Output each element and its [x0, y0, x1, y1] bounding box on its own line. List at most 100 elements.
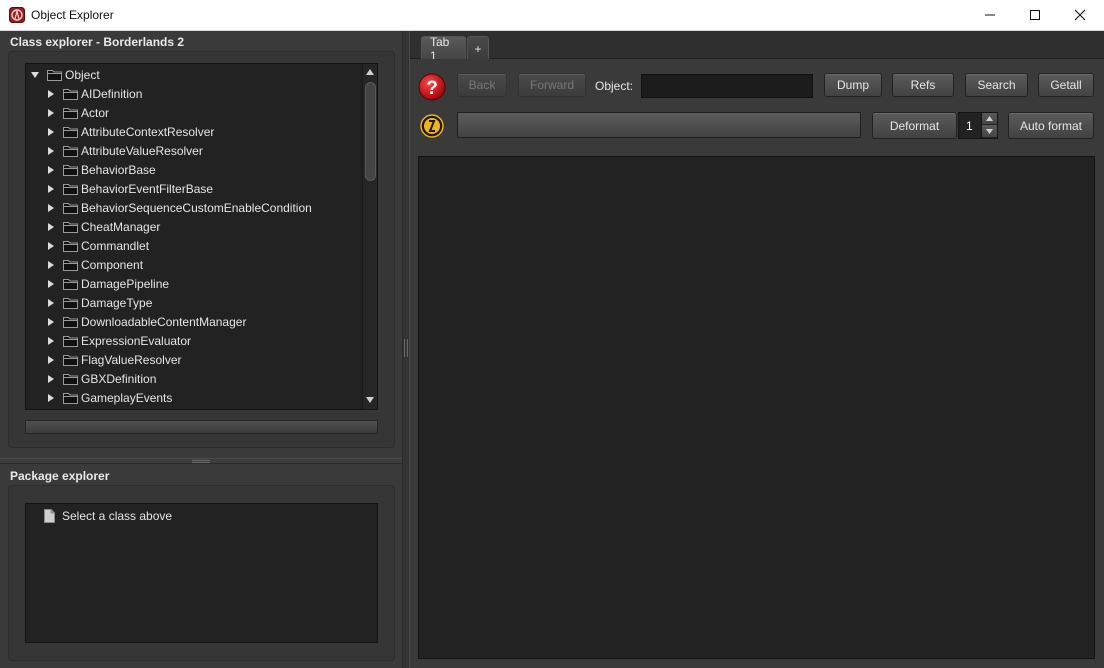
collapsed-arrow-icon[interactable] [46, 393, 56, 403]
collapsed-arrow-icon[interactable] [46, 203, 56, 213]
tree-item[interactable]: AttributeValueResolver [46, 141, 203, 160]
tab-1[interactable]: Tab 1 [421, 35, 466, 63]
deformat-button[interactable]: Deformat [872, 112, 957, 139]
tree-item[interactable]: DamageType [46, 293, 152, 312]
title-bar: Object Explorer [0, 0, 1104, 31]
collapsed-arrow-icon[interactable] [46, 89, 56, 99]
tree-item-label: Object [65, 67, 100, 82]
tree-item[interactable]: BehaviorSequenceCustomEnableCondition [46, 198, 312, 217]
indent-spinner[interactable]: 1 [958, 112, 998, 139]
arrow-down-icon [986, 128, 993, 134]
vertical-splitter[interactable] [402, 31, 410, 668]
tree-item-label: GameplayEvents [81, 390, 173, 405]
tree-item[interactable]: GBXDefinition [46, 369, 156, 388]
object-label: Object: [595, 79, 634, 93]
dump-button[interactable]: Dump [824, 73, 882, 97]
tree-item-label: BehaviorEventFilterBase [81, 181, 214, 196]
auto-format-button[interactable]: Auto format [1008, 112, 1094, 139]
tree-item[interactable]: CheatManager [46, 217, 160, 236]
splitter-grip-icon [192, 460, 210, 463]
tree-item-label: DownloadableContentManager [81, 314, 247, 329]
tree-item[interactable]: Component [46, 255, 143, 274]
tree-item[interactable]: Commandlet [46, 236, 149, 255]
collapsed-arrow-icon[interactable] [46, 127, 56, 137]
spinner-buttons [981, 113, 997, 138]
tree-root-item[interactable]: Object [30, 65, 100, 84]
collapsed-arrow-icon[interactable] [46, 279, 56, 289]
scroll-down-icon[interactable] [365, 395, 375, 405]
tree-horizontal-scrollbar[interactable] [25, 420, 378, 434]
help-icon[interactable]: ? [418, 73, 446, 101]
class-tree[interactable]: Object AIDefinition Actor AttributeConte… [25, 63, 378, 410]
window-title: Object Explorer [31, 8, 114, 22]
refs-button[interactable]: Refs [892, 73, 954, 97]
folder-icon [63, 259, 78, 271]
collapsed-arrow-icon[interactable] [46, 374, 56, 384]
folder-icon [63, 278, 78, 290]
tree-item-label: GBXDefinition [81, 371, 157, 386]
back-button[interactable]: Back [457, 73, 507, 97]
class-explorer-title: Class explorer - Borderlands 2 [10, 35, 185, 49]
collapsed-arrow-icon[interactable] [46, 317, 56, 327]
tree-item[interactable]: GameplayEvents [46, 388, 172, 407]
scroll-up-icon[interactable] [365, 67, 375, 77]
app-logo-icon [9, 7, 25, 23]
output-panel[interactable] [418, 156, 1095, 659]
collapsed-arrow-icon[interactable] [46, 222, 56, 232]
tree-item[interactable]: ExpressionEvaluator [46, 331, 191, 350]
collapsed-arrow-icon[interactable] [46, 146, 56, 156]
folder-icon [63, 88, 78, 100]
tree-item-label: DamageType [81, 295, 153, 310]
folder-icon [63, 316, 78, 328]
collapsed-arrow-icon[interactable] [46, 184, 56, 194]
tree-item[interactable]: AIDefinition [46, 84, 142, 103]
getall-button[interactable]: Getall [1038, 73, 1094, 97]
tree-item[interactable]: AttributeContextResolver [46, 122, 214, 141]
tab-strip: Tab 1 + [410, 31, 1104, 63]
minimize-button[interactable] [967, 0, 1013, 30]
folder-icon [63, 373, 78, 385]
package-tree[interactable]: Select a class above [25, 503, 378, 643]
collapsed-arrow-icon[interactable] [46, 336, 56, 346]
tree-item[interactable]: DamagePipeline [46, 274, 169, 293]
package-placeholder-text: Select a class above [62, 509, 173, 523]
collapsed-arrow-icon[interactable] [46, 165, 56, 175]
folder-icon [63, 107, 78, 119]
collapsed-arrow-icon[interactable] [46, 108, 56, 118]
expanded-arrow-icon[interactable] [30, 70, 40, 80]
tree-item[interactable]: FlagValueResolver [46, 350, 182, 369]
spinner-up-button[interactable] [982, 113, 997, 125]
collapsed-arrow-icon[interactable] [46, 355, 56, 365]
tree-item[interactable]: BehaviorEventFilterBase [46, 179, 213, 198]
maximize-icon [1030, 10, 1040, 20]
file-icon [44, 509, 55, 523]
tree-vertical-scrollbar[interactable] [362, 64, 377, 409]
package-explorer-title: Package explorer [10, 469, 110, 483]
folder-icon [63, 297, 78, 309]
folder-icon [63, 354, 78, 366]
splitter-grip-icon [404, 339, 408, 357]
add-tab-button[interactable]: + [467, 36, 489, 60]
spinner-value[interactable]: 1 [966, 119, 973, 133]
tree-item-label: AIDefinition [81, 86, 143, 101]
close-button[interactable] [1057, 0, 1103, 30]
tree-item[interactable]: DownloadableContentManager [46, 312, 246, 331]
folder-icon [63, 392, 78, 404]
scrollbar-thumb[interactable] [365, 82, 376, 181]
collapsed-arrow-icon[interactable] [46, 298, 56, 308]
object-input[interactable] [641, 74, 813, 98]
forward-button[interactable]: Forward [518, 73, 586, 97]
spinner-down-button[interactable] [982, 125, 997, 137]
tree-item[interactable]: Actor [46, 103, 109, 122]
folder-icon [63, 240, 78, 252]
horizontal-splitter[interactable] [0, 458, 402, 464]
search-button[interactable]: Search [965, 73, 1028, 97]
folder-icon [63, 183, 78, 195]
tree-item[interactable]: BehaviorBase [46, 160, 156, 179]
arrow-up-icon [986, 116, 993, 121]
collapsed-arrow-icon[interactable] [46, 260, 56, 270]
collapsed-arrow-icon[interactable] [46, 241, 56, 251]
maximize-button[interactable] [1012, 0, 1058, 30]
tree-item-label: DamagePipeline [81, 276, 170, 291]
borderlands-logo-icon[interactable] [420, 114, 444, 138]
